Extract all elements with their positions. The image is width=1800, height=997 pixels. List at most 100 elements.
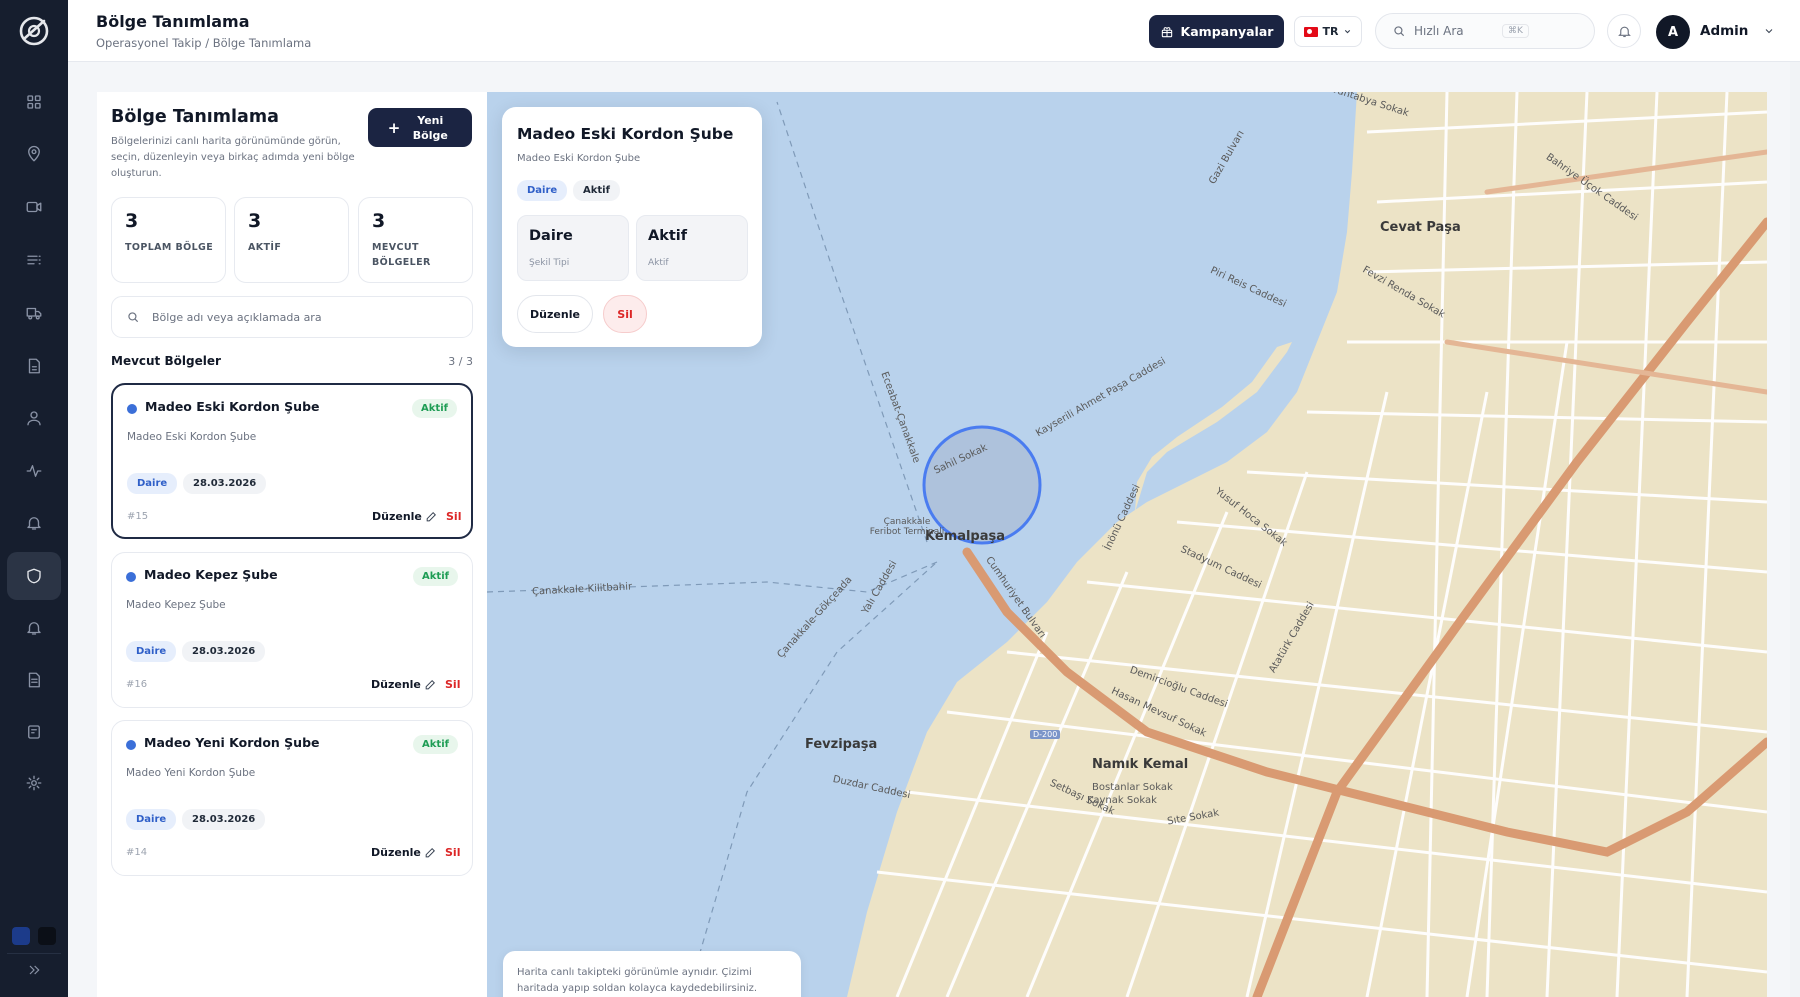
avatar[interactable]: A [1656, 15, 1690, 49]
region-detail-popup: Madeo Eski Kordon Şube Madeo Eski Kordon… [502, 107, 762, 347]
nav-lists[interactable] [7, 236, 61, 284]
notifications-button[interactable] [1607, 14, 1641, 48]
document-icon [28, 358, 40, 374]
nav-dashboard[interactable] [7, 78, 61, 126]
edit-button[interactable]: Düzenle [371, 678, 421, 691]
status-value: Aktif [648, 228, 688, 244]
map-info-note: Harita canlı takipteki görünümle aynıdır… [503, 951, 801, 997]
region-description: Madeo Eski Kordon Şube [127, 431, 257, 443]
region-search[interactable] [111, 296, 473, 338]
sidebar-expand-button[interactable] [7, 953, 61, 985]
activity-icon [26, 465, 42, 477]
nav-alerts[interactable] [7, 604, 61, 652]
pencil-icon[interactable] [424, 846, 437, 859]
nav-documents[interactable] [7, 342, 61, 390]
nav-activity[interactable] [7, 447, 61, 495]
nav-vehicles[interactable] [7, 289, 61, 337]
stat-existing: 3 MEVCUT BÖLGELER [358, 197, 473, 283]
page-title: Bölge Tanımlama [96, 12, 250, 31]
nav-cameras[interactable] [7, 183, 61, 231]
language-selector[interactable]: TR [1294, 16, 1362, 47]
stat-label: AKTİF [248, 242, 282, 253]
stat-active: 3 AKTİF [234, 197, 349, 283]
new-region-button[interactable]: + Yeni Bölge [368, 108, 472, 147]
sidebar [0, 0, 68, 997]
theme-swatch-dark[interactable] [38, 927, 56, 945]
top-header: Bölge Tanımlama Operasyonel Takip / Bölg… [68, 0, 1800, 62]
stat-value: 3 [372, 210, 386, 232]
nav-reports[interactable] [7, 708, 61, 756]
region-card[interactable]: Madeo Yeni Kordon Şube Aktif Madeo Yeni … [111, 720, 473, 876]
settings-icon [26, 775, 42, 791]
delete-button[interactable]: Sil [445, 678, 460, 691]
status-badge: Aktif [412, 399, 457, 418]
bell-icon [1617, 26, 1631, 37]
status-key: Aktif [648, 258, 669, 268]
quick-search-input[interactable] [1414, 24, 1494, 38]
region-name: Madeo Kepez Şube [144, 567, 278, 582]
nav-regions[interactable] [7, 552, 61, 600]
popup-title: Madeo Eski Kordon Şube [517, 125, 734, 143]
edit-button[interactable]: Düzenle [371, 846, 421, 859]
road-number-badge: D-200 [1030, 730, 1061, 739]
regions-panel: Bölge Tanımlama Bölgelerinizi canlı hari… [97, 92, 487, 997]
stat-total: 3 TOPLAM BÖLGE [111, 197, 226, 283]
pencil-icon[interactable] [425, 510, 438, 523]
user-icon [27, 411, 41, 426]
page-scrollbar[interactable] [1790, 62, 1800, 997]
status-badge: Aktif [413, 735, 458, 754]
date-chip: 28.03.2026 [182, 809, 266, 830]
theme-swatch-blue[interactable] [12, 927, 30, 945]
user-name[interactable]: Admin [1700, 23, 1748, 39]
region-color-dot [126, 572, 136, 582]
edit-button[interactable]: Düzenle [372, 510, 422, 523]
chevron-down-icon [1345, 29, 1351, 34]
shield-icon [27, 568, 41, 584]
plus-icon: + [387, 118, 401, 137]
nav-settings[interactable] [7, 759, 61, 807]
bell-icon [27, 517, 41, 530]
popup-edit-button[interactable]: Düzenle [517, 295, 593, 333]
status-badge: Aktif [413, 567, 458, 586]
nav-users[interactable] [7, 394, 61, 442]
bell-alt-icon [27, 622, 41, 635]
gift-icon [1161, 26, 1172, 37]
shape-type-chip: Daire [126, 809, 177, 830]
map-district-label: Namık Kemal [1092, 757, 1189, 772]
stat-value: 3 [125, 210, 139, 232]
truck-icon [26, 307, 42, 320]
region-search-input[interactable] [152, 310, 452, 324]
status-chip: Aktif [573, 180, 620, 201]
nav-files[interactable] [7, 656, 61, 704]
nav-locations[interactable] [7, 130, 61, 178]
pencil-icon[interactable] [424, 678, 437, 691]
delete-button[interactable]: Sil [445, 846, 460, 859]
language-code: TR [1322, 25, 1339, 38]
region-color-dot [127, 404, 137, 414]
chevron-down-icon[interactable] [1763, 25, 1775, 37]
region-color-dot [126, 740, 136, 750]
turkey-flag-icon [1303, 26, 1318, 37]
region-id: #14 [126, 847, 148, 858]
brand-logo-icon[interactable] [15, 12, 53, 50]
region-description: Madeo Kepez Şube [126, 599, 226, 611]
region-name: Madeo Yeni Kordon Şube [144, 735, 320, 750]
search-shortcut-badge: ⌘K [1502, 24, 1529, 38]
region-card[interactable]: Madeo Eski Kordon Şube Aktif Madeo Eski … [111, 383, 473, 539]
region-card[interactable]: Madeo Kepez Şube Aktif Madeo Kepez Şube … [111, 552, 473, 708]
popup-delete-button[interactable]: Sil [603, 295, 647, 333]
search-icon [1394, 26, 1405, 37]
list-title: Mevcut Bölgeler [111, 354, 221, 368]
grid-icon [27, 95, 41, 109]
delete-button[interactable]: Sil [446, 510, 461, 523]
search-icon [128, 312, 139, 323]
campaigns-button[interactable]: Kampanyalar [1149, 15, 1284, 48]
video-icon [26, 201, 42, 213]
map-poi-label: Çanakkale Feribot Terminali [869, 517, 945, 537]
nav-notifications[interactable] [7, 499, 61, 547]
stat-value: 3 [248, 210, 262, 232]
popup-subtitle: Madeo Eski Kordon Şube [517, 153, 641, 164]
list-icon [27, 255, 41, 265]
quick-search[interactable]: ⌘K [1375, 13, 1595, 49]
location-pin-icon [28, 145, 40, 162]
